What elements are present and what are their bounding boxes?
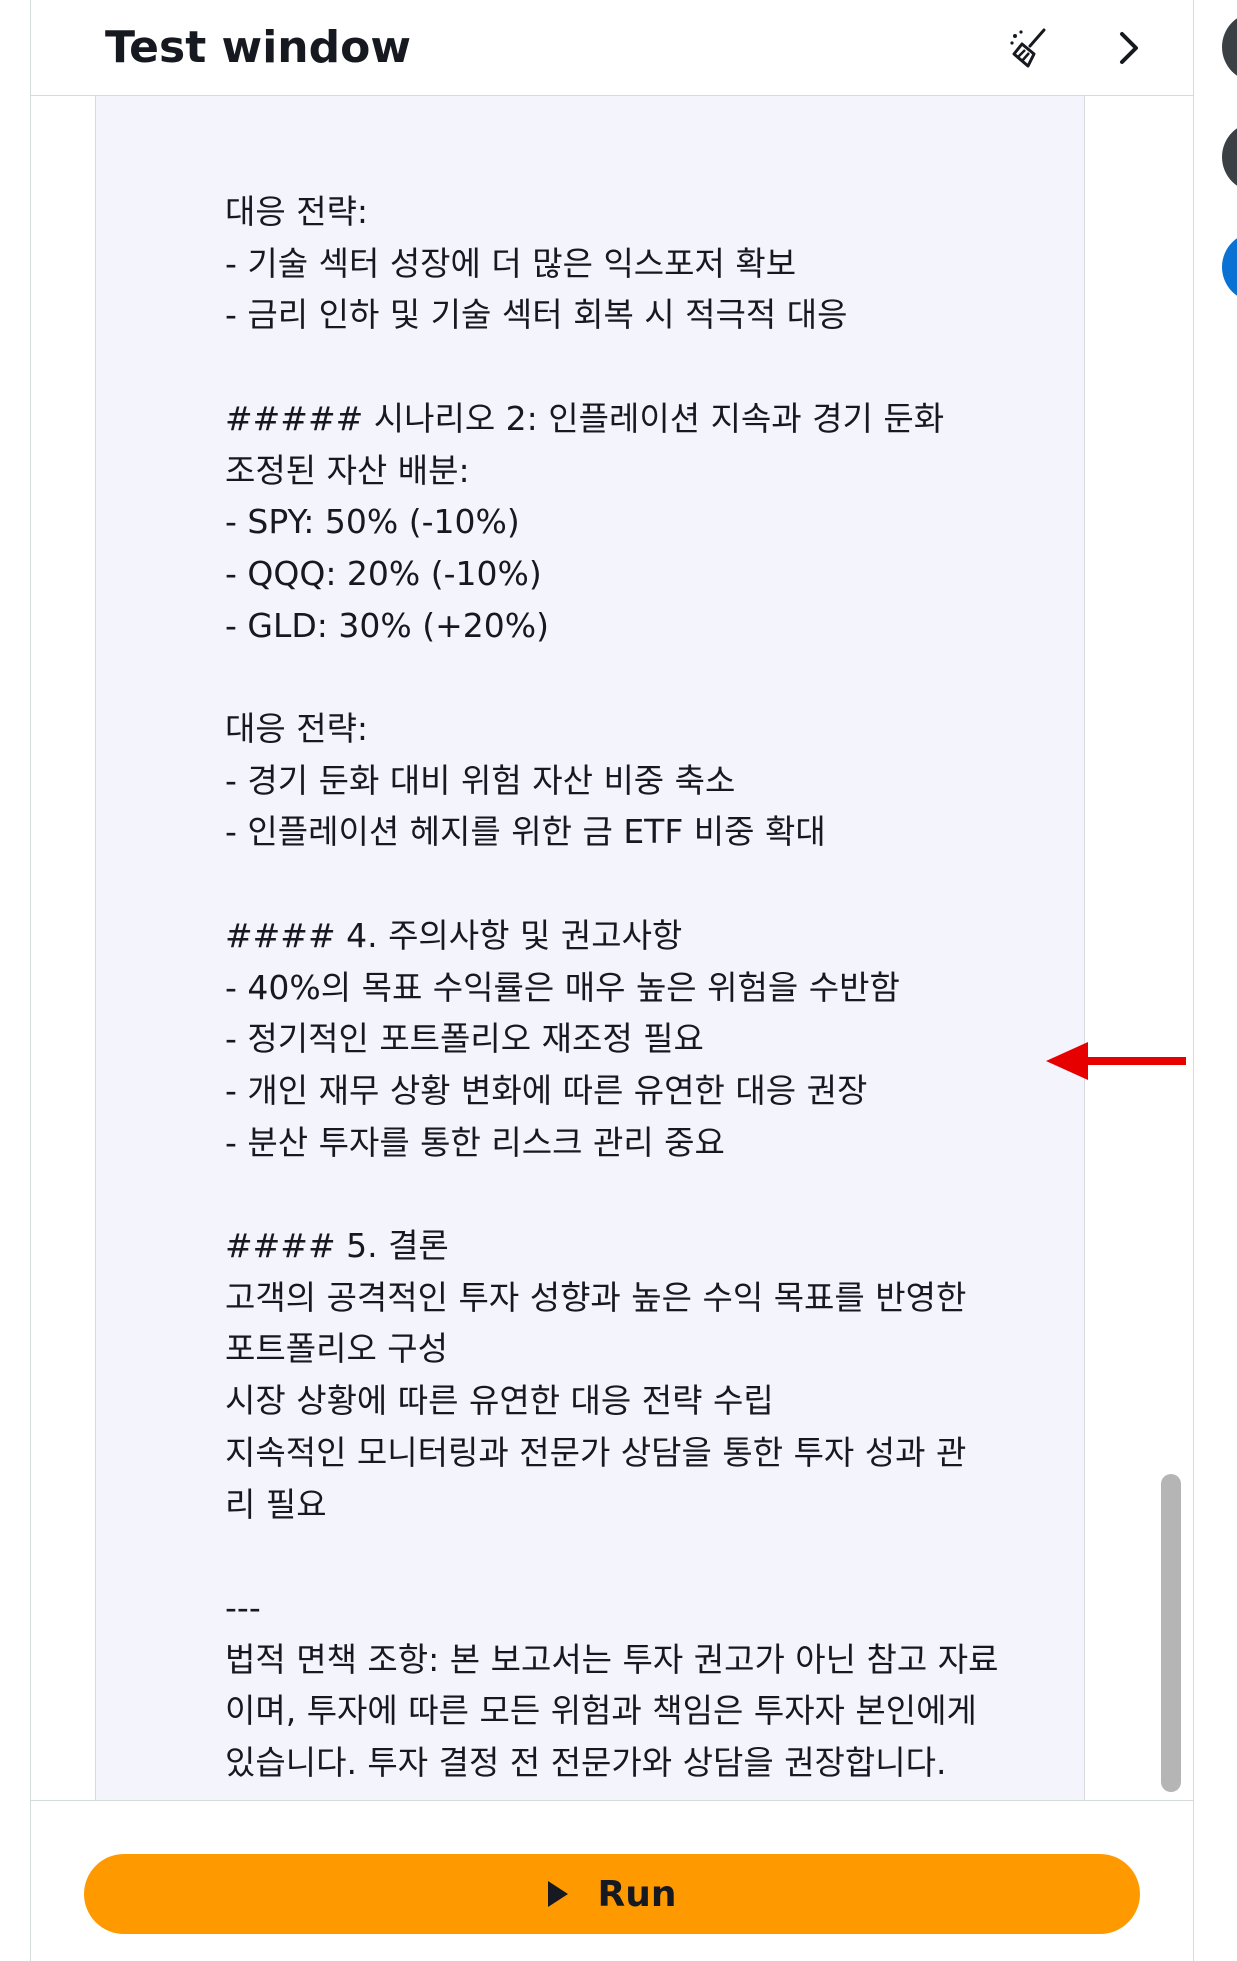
side-avatar-active[interactable] (1222, 232, 1237, 302)
broom-icon (1010, 28, 1046, 68)
side-avatar[interactable] (1222, 122, 1237, 192)
test-output-scroll-area[interactable]: 대응 전략: - 기술 섹터 성장에 더 많은 익스포저 확보 - 금리 인하 … (31, 96, 1193, 1800)
test-window-panel: Test window 대응 전략: - 기술 섹터 성장에 더 많은 익스포저… (30, 0, 1194, 1961)
panel-header: Test window (31, 0, 1193, 96)
red-arrow-annotation (1046, 1042, 1186, 1080)
collapse-button[interactable] (1105, 24, 1153, 72)
chevron-right-icon (1120, 32, 1138, 64)
play-icon (547, 1881, 568, 1907)
response-text: 대응 전략: - 기술 섹터 성장에 더 많은 익스포저 확보 - 금리 인하 … (225, 192, 999, 1783)
divider (31, 1800, 1193, 1801)
clear-button[interactable] (1006, 24, 1054, 72)
panel-title: Test window (105, 22, 411, 73)
scrollbar-thumb[interactable] (1161, 1474, 1181, 1792)
run-button-label: Run (597, 1873, 677, 1915)
side-avatar[interactable] (1222, 12, 1237, 82)
run-button[interactable]: Run (84, 1854, 1140, 1934)
